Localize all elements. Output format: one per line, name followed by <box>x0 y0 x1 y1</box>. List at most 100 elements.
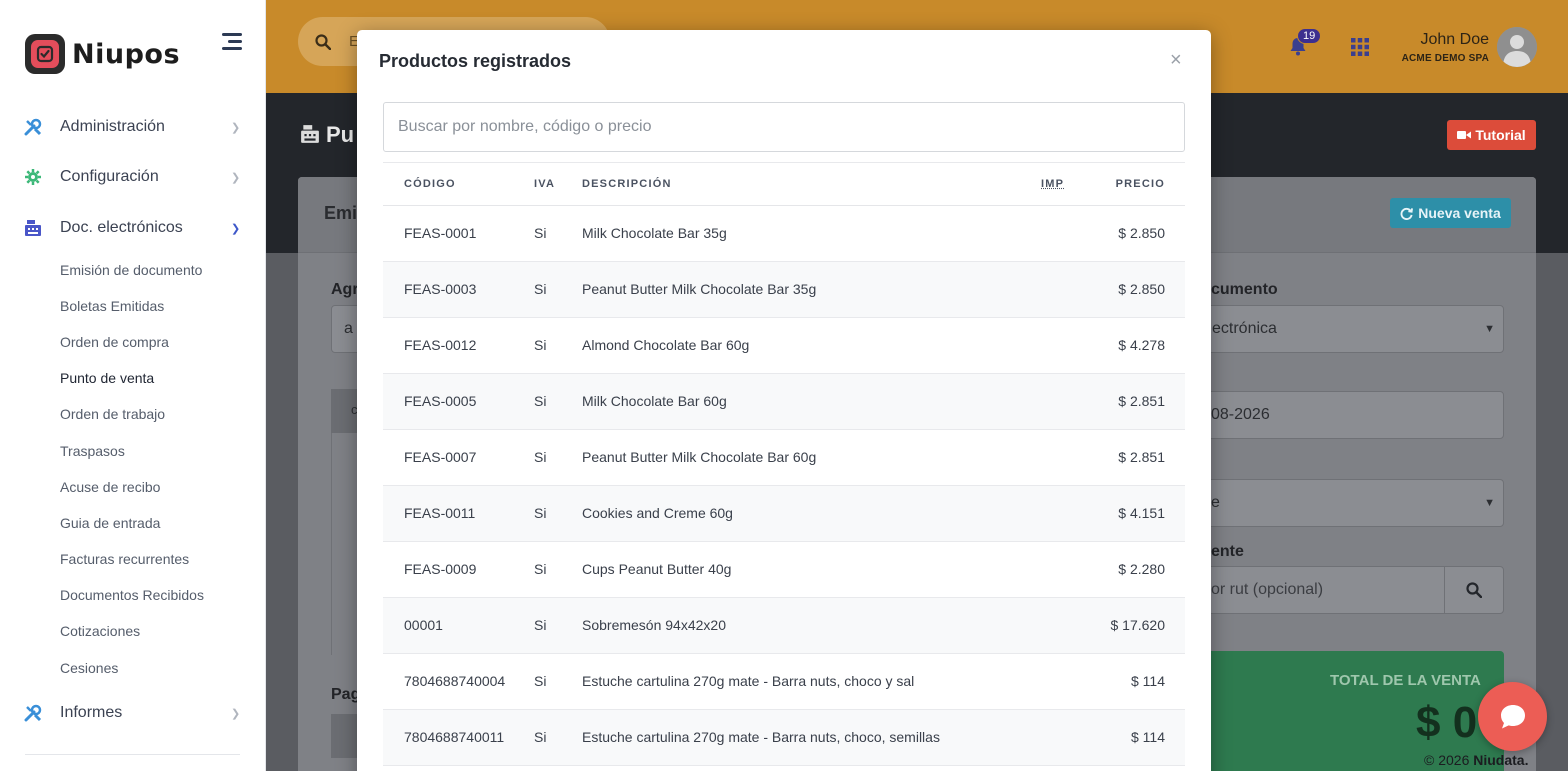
brand-logo[interactable]: Niupos <box>25 34 180 74</box>
cell-descripcion: Almond Chocolate Bar 60g <box>582 337 750 353</box>
nueva-venta-button[interactable]: Nueva venta <box>1390 198 1511 228</box>
footer: © 2026 Niudata. <box>1424 752 1528 768</box>
avatar[interactable] <box>1497 27 1537 67</box>
tools-icon <box>24 118 42 136</box>
sidebar-subitem-orden-compra[interactable]: Orden de compra <box>60 334 169 350</box>
column-header-imp[interactable]: IMP <box>1041 178 1064 190</box>
refresh-icon <box>1400 207 1414 220</box>
page-title-text: Pu <box>326 122 355 147</box>
cell-descripcion: Peanut Butter Milk Chocolate Bar 60g <box>582 449 817 465</box>
cell-precio: $ 4.278 <box>1118 337 1165 353</box>
cash-register-icon <box>24 219 42 237</box>
footer-brand[interactable]: Niudata. <box>1473 752 1528 768</box>
chevron-down-icon: ▼ <box>1484 497 1495 509</box>
sidebar-subitem-facturas-recurrentes[interactable]: Facturas recurrentes <box>60 551 189 567</box>
menu-toggle-icon[interactable] <box>220 33 242 51</box>
table-row[interactable]: FEAS-0009 Si Cups Peanut Butter 40g $ 2.280 <box>383 542 1185 598</box>
chevron-down-icon: ▼ <box>1484 323 1495 335</box>
cell-descripcion: Milk Chocolate Bar 35g <box>582 225 727 241</box>
tutorial-button[interactable]: Tutorial <box>1447 120 1536 150</box>
sale-card-title: Emi <box>324 203 358 223</box>
products-table-body: FEAS-0001 Si Milk Chocolate Bar 35g $ 2.850… <box>383 206 1185 766</box>
sidebar-item-label: Doc. electrónicos <box>60 219 183 236</box>
total-value: $ 0 <box>1416 698 1478 747</box>
products-table: CÓDIGO IVA DESCRIPCIÓN IMP PRECIO FEAS-0… <box>383 162 1185 766</box>
table-row[interactable]: FEAS-0003 Si Peanut Butter Milk Chocolate … <box>383 262 1185 318</box>
brand-name: Niupos <box>72 38 181 70</box>
cell-descripcion: Milk Chocolate Bar 60g <box>582 393 727 409</box>
cell-codigo: FEAS-0007 <box>404 449 477 465</box>
user-name[interactable]: John Doe <box>1421 31 1490 49</box>
chevron-right-icon: ❯ <box>231 171 241 184</box>
column-header-descripcion[interactable]: DESCRIPCIÓN <box>582 178 672 190</box>
option-select[interactable]: e ▼ <box>1180 479 1504 527</box>
table-row[interactable]: 7804688740011 Si Estuche cartulina 270g ma… <box>383 710 1185 766</box>
cell-codigo: 00001 <box>404 617 443 633</box>
chevron-right-icon: ❯ <box>231 707 241 720</box>
close-icon[interactable]: × <box>1170 49 1182 72</box>
cell-descripcion: Cups Peanut Butter 40g <box>582 561 732 577</box>
sidebar-subitem-guia[interactable]: Guia de entrada <box>60 515 160 531</box>
table-row[interactable]: 00001 Si Sobremesón 94x42x20 $ 17.620 <box>383 598 1185 654</box>
chat-button[interactable] <box>1478 682 1547 751</box>
products-table-header: CÓDIGO IVA DESCRIPCIÓN IMP PRECIO <box>383 162 1185 206</box>
cell-codigo: FEAS-0001 <box>404 225 477 241</box>
table-row[interactable]: FEAS-0011 Si Cookies and Creme 60g $ 4.151 <box>383 486 1185 542</box>
cell-precio: $ 114 <box>1131 673 1165 689</box>
documento-select-value: ectrónica <box>1212 320 1277 337</box>
sidebar-subitem-emision[interactable]: Emisión de documento <box>60 262 202 278</box>
cell-precio: $ 17.620 <box>1110 617 1166 633</box>
user-org: ACME DEMO SPA <box>1401 53 1489 64</box>
sidebar-subitem-boletas[interactable]: Boletas Emitidas <box>60 298 164 314</box>
table-row[interactable]: 7804688740004 Si Estuche cartulina 270g ma… <box>383 654 1185 710</box>
documento-select[interactable]: ectrónica ▼ <box>1180 305 1504 353</box>
sidebar-subitem-acuse[interactable]: Acuse de recibo <box>60 479 160 495</box>
cell-precio: $ 114 <box>1131 729 1165 745</box>
sidebar-item-administracion[interactable]: Administración ❯ <box>0 107 266 147</box>
cell-iva: Si <box>534 673 547 689</box>
cell-codigo: 7804688740004 <box>404 673 506 689</box>
cliente-label: ente <box>1211 543 1244 560</box>
cell-iva: Si <box>534 281 547 297</box>
total-label: TOTAL DE LA VENTA <box>1330 672 1481 689</box>
cell-precio: $ 2.851 <box>1118 393 1165 409</box>
logo-icon <box>25 34 65 74</box>
table-row[interactable]: FEAS-0012 Si Almond Chocolate Bar 60g $ 4.2… <box>383 318 1185 374</box>
cliente-input[interactable]: or rut (opcional) <box>1180 566 1445 614</box>
tutorial-label: Tutorial <box>1475 127 1526 143</box>
sidebar-subitem-documentos-recibidos[interactable]: Documentos Recibidos <box>60 587 204 603</box>
chat-icon <box>1500 704 1525 728</box>
sidebar-subitem-punto-venta[interactable]: Punto de venta <box>60 370 154 386</box>
sidebar-subitem-cotizaciones[interactable]: Cotizaciones <box>60 623 140 639</box>
product-search-input[interactable] <box>383 102 1185 152</box>
modal-title: Productos registrados <box>379 51 572 71</box>
table-row[interactable]: FEAS-0005 Si Milk Chocolate Bar 60g $ 2.851 <box>383 374 1185 430</box>
table-row[interactable]: FEAS-0007 Si Peanut Butter Milk Chocolate … <box>383 430 1185 486</box>
cell-precio: $ 4.151 <box>1118 505 1165 521</box>
cell-descripcion: Cookies and Creme 60g <box>582 505 733 521</box>
page-title: Pu <box>300 122 354 150</box>
sidebar-item-informes[interactable]: Informes ❯ <box>0 693 266 733</box>
chevron-down-icon: ❯ <box>231 222 241 235</box>
sidebar-item-label: Administración <box>60 118 165 135</box>
cliente-search-button[interactable] <box>1444 566 1504 614</box>
sidebar-subitem-traspasos[interactable]: Traspasos <box>60 443 125 459</box>
fecha-field[interactable]: 08-2026 <box>1180 391 1504 439</box>
cell-codigo: FEAS-0011 <box>404 505 476 521</box>
column-header-codigo[interactable]: CÓDIGO <box>404 178 456 190</box>
table-row[interactable]: FEAS-0001 Si Milk Chocolate Bar 35g $ 2.850 <box>383 206 1185 262</box>
sidebar-subitem-cesiones[interactable]: Cesiones <box>60 660 118 676</box>
cell-descripcion: Estuche cartulina 270g mate - Barra nuts… <box>582 673 915 689</box>
column-header-precio[interactable]: PRECIO <box>1116 178 1165 190</box>
cell-codigo: FEAS-0005 <box>404 393 477 409</box>
sidebar: Niupos Administración ❯ Configuración ❯ … <box>0 0 266 771</box>
documento-label: cumento <box>1211 281 1278 298</box>
sidebar-subitem-orden-trabajo[interactable]: Orden de trabajo <box>60 406 165 422</box>
apps-grid-icon[interactable] <box>1351 38 1369 56</box>
video-icon <box>1457 131 1472 139</box>
cash-register-icon <box>300 124 320 150</box>
sidebar-item-doc-electronicos[interactable]: Doc. electrónicos ❯ <box>0 208 266 248</box>
column-header-iva[interactable]: IVA <box>534 178 555 190</box>
sidebar-item-configuracion[interactable]: Configuración ❯ <box>0 157 266 197</box>
search-icon <box>315 33 331 50</box>
